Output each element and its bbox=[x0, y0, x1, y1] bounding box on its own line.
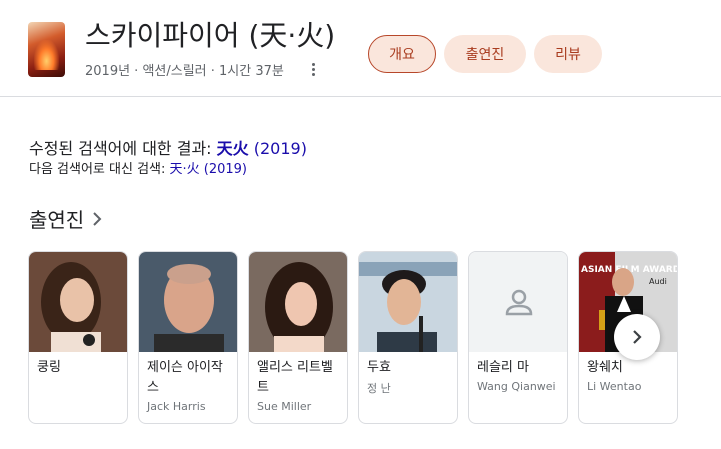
carousel-next-button[interactable] bbox=[614, 314, 660, 360]
corrected-query-link[interactable]: 天火 bbox=[217, 139, 249, 158]
alt-query-prefix: 다음 검색어로 대신 검색: bbox=[29, 162, 170, 177]
cast-photo bbox=[29, 252, 127, 352]
cast-section-title: 출연진 bbox=[29, 208, 85, 232]
movie-subtitle: 2019년 · 액션/스릴러 · 1시간 37분 bbox=[85, 64, 284, 79]
cast-name: 두효 bbox=[367, 360, 391, 375]
more-vert-icon[interactable] bbox=[308, 61, 318, 77]
alt-query-link[interactable]: 天·火 (2019) bbox=[170, 162, 248, 177]
person-icon bbox=[505, 289, 533, 316]
corrected-query-note: 수정된 검색어에 대한 결과: 天火 (2019) bbox=[29, 135, 307, 159]
cast-name: 레슬리 마 bbox=[477, 360, 529, 375]
chevron-right-icon bbox=[93, 211, 102, 226]
cast-card[interactable]: 쿵링 bbox=[28, 251, 128, 424]
cast-role: Jack Harris bbox=[147, 400, 206, 413]
corrected-query-year[interactable]: (2019) bbox=[249, 139, 307, 158]
cast-photo bbox=[359, 252, 457, 352]
tab-cast[interactable]: 출연진 bbox=[444, 35, 526, 73]
cast-role: 정 난 bbox=[367, 382, 391, 395]
alt-query-note: 다음 검색어로 대신 검색: 天·火 (2019) bbox=[29, 158, 247, 177]
cast-photo-placeholder bbox=[469, 252, 567, 352]
cast-name: 앨리스 리트벨트 bbox=[257, 360, 333, 395]
chevron-right-icon bbox=[633, 330, 642, 344]
cast-role: Sue Miller bbox=[257, 400, 312, 413]
cast-role: Li Wentao bbox=[587, 380, 642, 393]
movie-header: 스카이파이어 (天·火) 2019년 · 액션/스릴러 · 1시간 37분 개요… bbox=[0, 0, 721, 97]
corrected-query-prefix: 수정된 검색어에 대한 결과: bbox=[29, 139, 217, 158]
cast-card[interactable]: 앨리스 리트벨트 Sue Miller bbox=[248, 251, 348, 424]
sponsor-logo-text: Audi bbox=[649, 277, 667, 286]
cast-name: 제이슨 아이작스 bbox=[147, 360, 223, 395]
tab-overview[interactable]: 개요 bbox=[368, 35, 436, 73]
tab-reviews[interactable]: 리뷰 bbox=[534, 35, 602, 73]
cast-card[interactable]: 레슬리 마 Wang Qianwei bbox=[468, 251, 568, 424]
cast-section-header[interactable]: 출연진 bbox=[29, 204, 102, 233]
cast-name: 쿵링 bbox=[37, 360, 61, 375]
cast-card[interactable]: 두효 정 난 bbox=[358, 251, 458, 424]
cast-photo bbox=[249, 252, 347, 352]
cast-card[interactable]: 제이슨 아이작스 Jack Harris bbox=[138, 251, 238, 424]
movie-title: 스카이파이어 (天·火) bbox=[85, 19, 336, 52]
movie-poster[interactable] bbox=[28, 22, 65, 77]
cast-name: 왕쉐치 bbox=[587, 360, 623, 375]
cast-photo bbox=[139, 252, 237, 352]
cast-role: Wang Qianwei bbox=[477, 380, 556, 393]
